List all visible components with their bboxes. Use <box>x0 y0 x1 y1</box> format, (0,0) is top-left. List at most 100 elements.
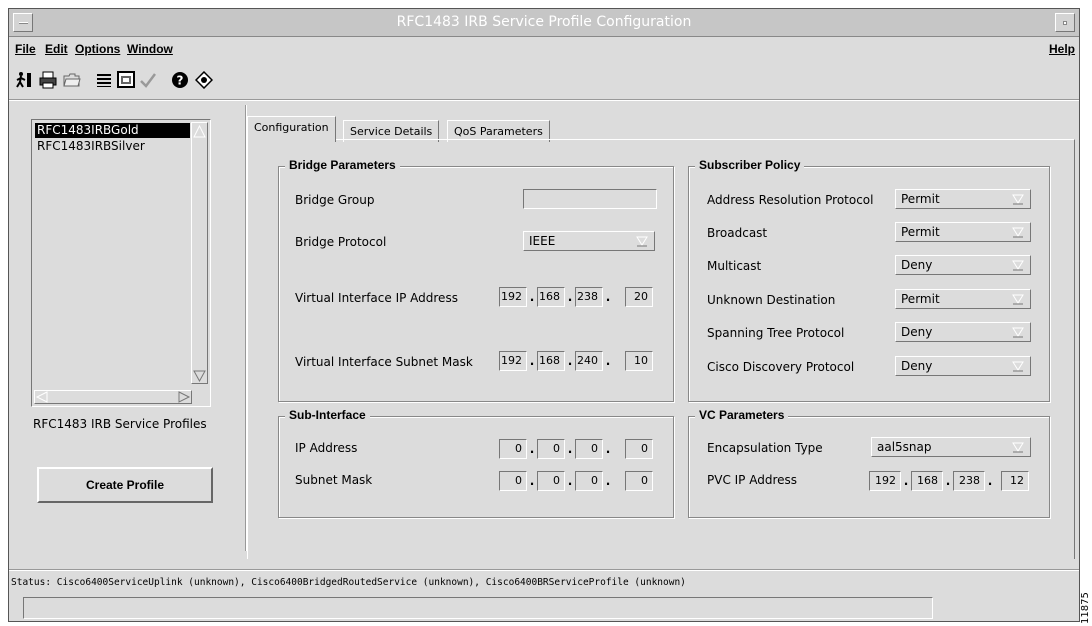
ip-octet[interactable]: 168 <box>537 351 565 371</box>
title-bar[interactable]: RFC1483 IRB Service Profile Configuratio… <box>9 9 1079 37</box>
check-icon[interactable] <box>137 69 159 91</box>
vc-parameters-group: VC Parameters Encapsulation Type aal5sna… <box>688 408 1050 518</box>
ip-octet[interactable]: 0 <box>499 439 527 459</box>
subif-mask-label: Subnet Mask <box>295 473 373 487</box>
dropdown-arrow-icon <box>1012 294 1024 305</box>
bridge-protocol-value: IEEE <box>529 234 556 248</box>
unknown-destination-select[interactable]: Permit <box>895 289 1031 309</box>
spanning-tree-select[interactable]: Deny <box>895 322 1031 342</box>
encapsulation-select[interactable]: aal5snap <box>871 437 1031 457</box>
minimize-button[interactable] <box>1055 13 1075 32</box>
menu-bar: File Edit Options Window Help <box>9 37 1079 63</box>
bridge-protocol-label: Bridge Protocol <box>295 235 387 249</box>
ip-octet[interactable]: 12 <box>1001 471 1029 491</box>
pvc-ip-label: PVC IP Address <box>707 473 798 487</box>
status-text: Status: Cisco6400ServiceUplink (unknown)… <box>11 577 686 588</box>
ip-octet[interactable]: 168 <box>537 287 565 307</box>
create-profile-button[interactable]: Create Profile <box>37 467 213 503</box>
bridge-parameters-group: Bridge Parameters Bridge Group Bridge Pr… <box>278 158 674 402</box>
ip-octet[interactable]: 0 <box>537 439 565 459</box>
figure-number: 11875 <box>1080 580 1092 624</box>
ip-octet[interactable]: 0 <box>575 439 603 459</box>
encapsulation-value: aal5snap <box>877 440 932 454</box>
vif-ip-label: Virtual Interface IP Address <box>295 291 458 305</box>
profile-list[interactable]: RFC1483IRBGold RFC1483IRBSilver <box>31 119 211 407</box>
ip-octet[interactable]: 0 <box>625 471 653 491</box>
list-icon[interactable] <box>93 69 115 91</box>
tab-panel: Bridge Parameters Bridge Group Bridge Pr… <box>247 139 1075 559</box>
spanning-tree-label: Spanning Tree Protocol <box>707 326 845 340</box>
sub-interface-group: Sub-Interface IP Address 0 . 0 . 0 . 0 S… <box>278 408 674 518</box>
ip-octet[interactable]: 0 <box>499 471 527 491</box>
ip-octet[interactable]: 238 <box>575 287 603 307</box>
window-icon[interactable] <box>115 69 137 91</box>
open-folder-icon[interactable] <box>61 69 83 91</box>
list-item[interactable]: RFC1483IRBGold <box>35 123 190 138</box>
ip-octet[interactable]: 192 <box>499 351 527 371</box>
toolbar-separator <box>9 99 1079 101</box>
dropdown-arrow-icon <box>1012 327 1024 338</box>
multicast-label: Multicast <box>707 259 762 273</box>
menu-window[interactable]: Window <box>127 42 173 56</box>
ip-octet[interactable]: 168 <box>911 471 943 491</box>
figure-number-text: 11875 <box>1080 592 1091 624</box>
status-field <box>23 597 933 619</box>
tab-configuration[interactable]: Configuration <box>247 116 336 142</box>
unknown-destination-label: Unknown Destination <box>707 293 836 307</box>
cdp-select[interactable]: Deny <box>895 356 1031 376</box>
exit-icon[interactable] <box>13 69 35 91</box>
bridge-group-label: Bridge Group <box>295 193 375 207</box>
ip-octet[interactable]: 192 <box>869 471 901 491</box>
dropdown-arrow-icon <box>636 236 648 247</box>
vertical-scrollbar[interactable] <box>191 122 208 384</box>
list-item[interactable]: RFC1483IRBSilver <box>35 139 190 154</box>
cdp-value: Deny <box>901 359 933 373</box>
app-window: RFC1483 IRB Service Profile Configuratio… <box>8 8 1080 622</box>
info-icon[interactable] <box>193 69 215 91</box>
dropdown-arrow-icon <box>1012 361 1024 372</box>
bridge-group-field[interactable] <box>523 189 657 209</box>
svg-text:?: ? <box>177 74 184 88</box>
profiles-caption: RFC1483 IRB Service Profiles <box>33 417 207 431</box>
subif-ip-label: IP Address <box>295 441 358 455</box>
arp-select[interactable]: Permit <box>895 189 1031 209</box>
unknown-destination-value: Permit <box>901 292 940 306</box>
broadcast-label: Broadcast <box>707 226 768 240</box>
subscriber-policy-group: Subscriber Policy Address Resolution Pro… <box>688 158 1050 402</box>
ip-octet[interactable]: 20 <box>625 287 653 307</box>
ip-octet[interactable]: 0 <box>625 439 653 459</box>
dropdown-arrow-icon <box>1012 260 1024 271</box>
broadcast-select[interactable]: Permit <box>895 222 1031 242</box>
multicast-select[interactable]: Deny <box>895 255 1031 275</box>
cdp-label: Cisco Discovery Protocol <box>707 360 855 374</box>
ip-octet[interactable]: 10 <box>625 351 653 371</box>
group-title: Bridge Parameters <box>285 158 400 172</box>
encapsulation-label: Encapsulation Type <box>707 441 823 455</box>
group-title: VC Parameters <box>695 408 789 422</box>
horizontal-scrollbar[interactable] <box>34 390 192 404</box>
print-icon[interactable] <box>37 69 59 91</box>
dropdown-arrow-icon <box>1012 194 1024 205</box>
broadcast-value: Permit <box>901 225 940 239</box>
arp-label: Address Resolution Protocol <box>707 193 874 207</box>
spanning-tree-value: Deny <box>901 325 933 339</box>
window-title: RFC1483 IRB Service Profile Configuratio… <box>396 14 692 30</box>
dropdown-arrow-icon <box>1012 442 1024 453</box>
bridge-protocol-select[interactable]: IEEE <box>523 231 655 251</box>
menu-edit[interactable]: Edit <box>45 42 68 56</box>
vif-mask-label: Virtual Interface Subnet Mask <box>295 355 473 369</box>
ip-octet[interactable]: 192 <box>499 287 527 307</box>
ip-octet[interactable]: 240 <box>575 351 603 371</box>
menu-help[interactable]: Help <box>1049 42 1075 56</box>
ip-octet[interactable]: 0 <box>537 471 565 491</box>
multicast-value: Deny <box>901 258 933 272</box>
arp-value: Permit <box>901 192 940 206</box>
ip-octet[interactable]: 0 <box>575 471 603 491</box>
dropdown-arrow-icon <box>1012 227 1024 238</box>
menu-options[interactable]: Options <box>75 42 120 56</box>
help-icon[interactable]: ? <box>169 69 191 91</box>
group-title: Sub-Interface <box>285 408 370 422</box>
menu-file[interactable]: File <box>15 42 36 56</box>
ip-octet[interactable]: 238 <box>953 471 985 491</box>
toolbar: ? <box>9 67 1079 99</box>
